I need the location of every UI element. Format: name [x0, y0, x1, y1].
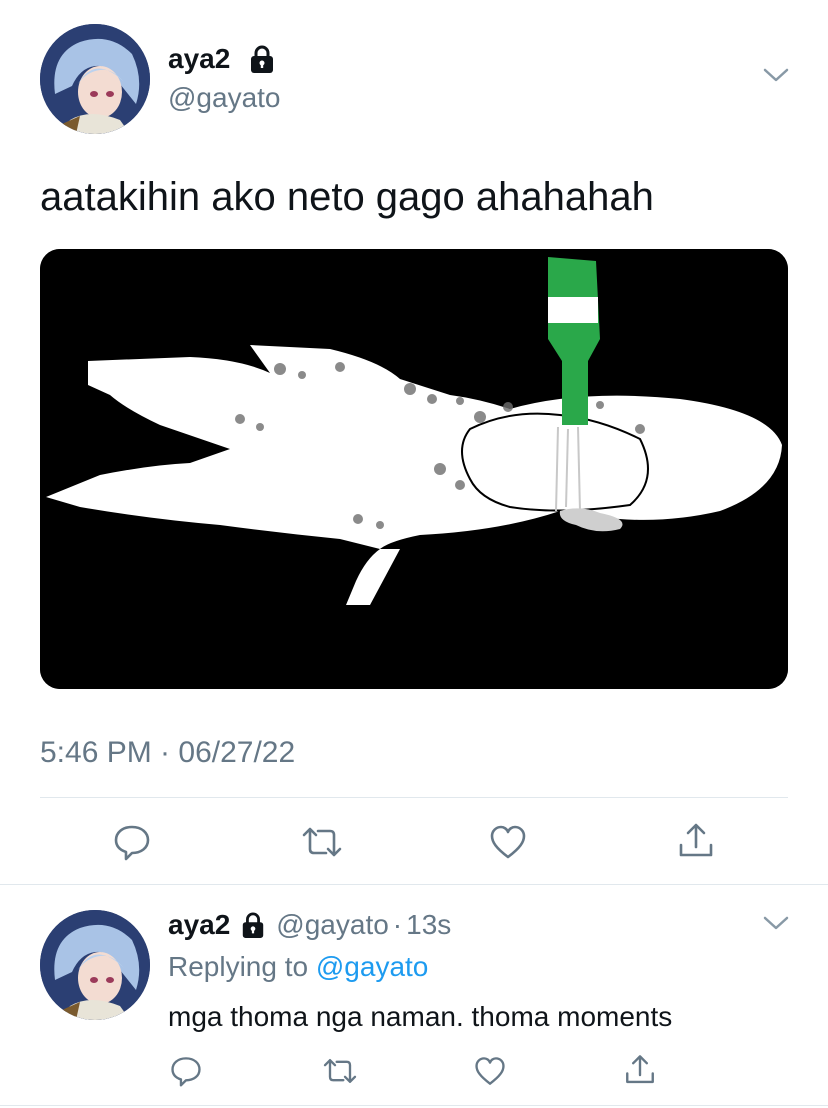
avatar-anime-character-icon [40, 910, 150, 1020]
chevron-down-icon[interactable] [762, 66, 790, 84]
tweet-timestamp[interactable]: 5:46 PM · 06/27/22 [40, 736, 295, 770]
retweet-button[interactable] [298, 822, 346, 862]
reply-author-avatar[interactable] [40, 910, 150, 1020]
retweet-icon [323, 1059, 357, 1084]
reply-header: aya2 @gayato · 13s [168, 908, 451, 942]
replying-to-link[interactable]: @gayato [316, 951, 429, 982]
like-icon [475, 1057, 505, 1085]
lock-icon [248, 44, 276, 74]
tweet-text: aatakihin ako neto gago ahahahah [40, 175, 654, 219]
reply-button[interactable] [166, 1054, 206, 1088]
avatar-anime-character-icon [40, 24, 150, 134]
reply-time[interactable]: 13s [406, 909, 451, 941]
reply-author-handle[interactable]: @gayato [276, 909, 389, 941]
reply-button[interactable] [110, 822, 154, 862]
retweet-icon [302, 827, 342, 857]
like-icon [490, 825, 526, 859]
lock-icon [240, 911, 266, 939]
chevron-down-icon[interactable] [762, 914, 790, 932]
tweet-media[interactable] [40, 249, 788, 689]
reply-icon [171, 1057, 201, 1087]
media-drawing-image [40, 249, 788, 689]
reply-icon [114, 825, 150, 861]
author-name[interactable]: aya2 [168, 43, 230, 75]
divider [0, 1105, 828, 1106]
reply-author-name[interactable]: aya2 [168, 909, 230, 941]
author-avatar[interactable] [40, 24, 150, 134]
reply-separator: · [392, 909, 403, 940]
reply-text: mga thoma nga naman. thoma moments [168, 1001, 673, 1032]
retweet-button[interactable] [318, 1054, 362, 1088]
like-button[interactable] [470, 1054, 510, 1088]
replying-to-label: Replying to [168, 951, 309, 982]
divider [0, 884, 828, 885]
share-icon [679, 823, 713, 857]
share-button[interactable] [620, 1052, 660, 1088]
divider [40, 797, 788, 798]
share-button[interactable] [674, 820, 718, 862]
share-icon [626, 1055, 654, 1084]
replying-to-line: Replying to @gayato [168, 950, 428, 984]
like-button[interactable] [486, 822, 530, 862]
author-handle[interactable]: @gayato [168, 82, 281, 114]
